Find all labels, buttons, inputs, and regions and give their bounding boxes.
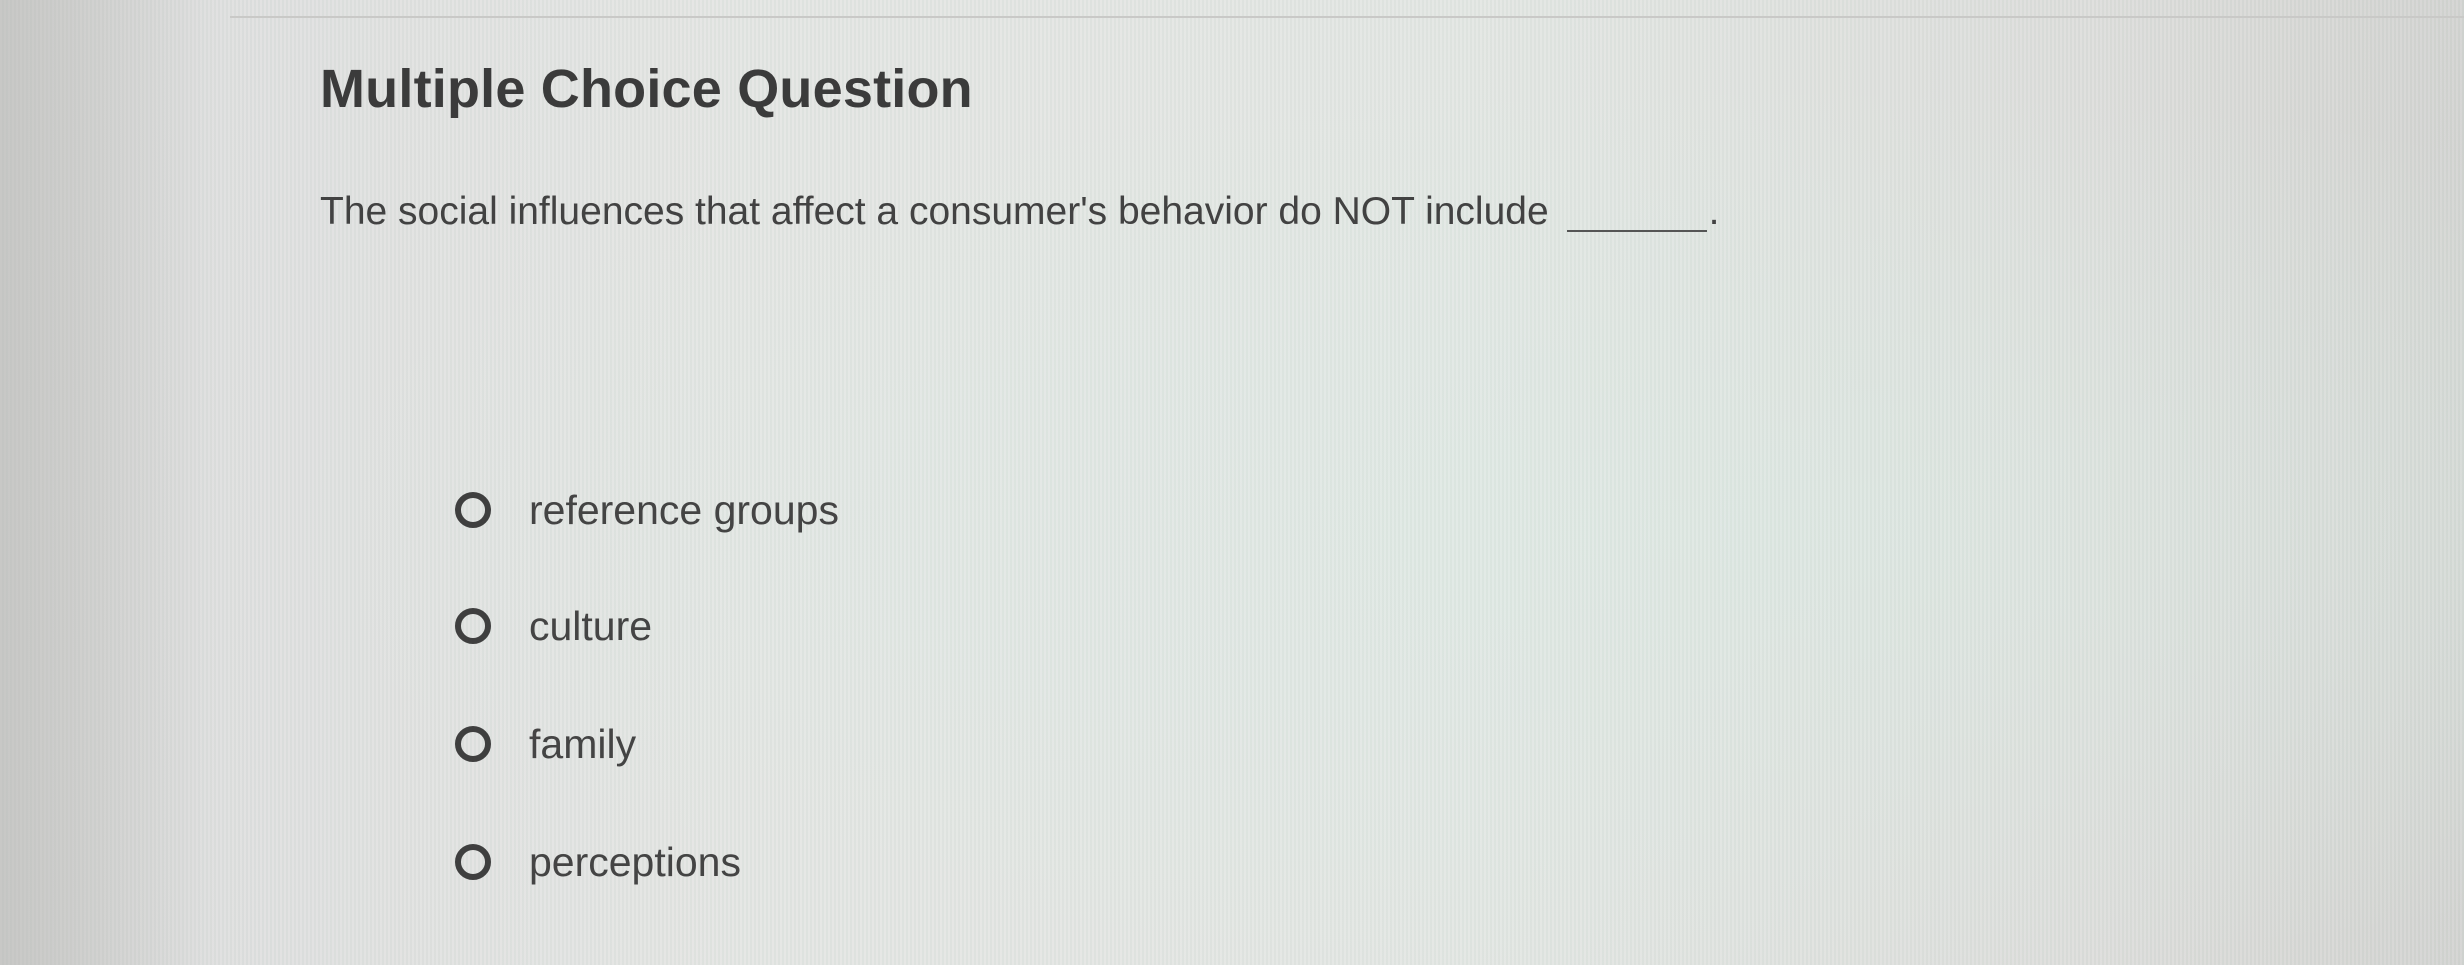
option-label: family — [529, 720, 637, 767]
option-label: reference groups — [529, 486, 839, 533]
option-reference-groups[interactable]: reference groups — [455, 480, 839, 540]
left-shade — [0, 0, 220, 965]
answer-blank — [1566, 186, 1707, 232]
radio-button-icon[interactable] — [455, 608, 491, 644]
top-divider — [230, 16, 2464, 18]
option-label: culture — [529, 602, 653, 649]
option-family[interactable]: family — [455, 714, 636, 774]
question-prompt: The social influences that affect a cons… — [320, 190, 1720, 236]
radio-button-icon[interactable] — [455, 726, 491, 762]
prompt-period: . — [1708, 190, 1720, 233]
option-perceptions[interactable]: perceptions — [455, 832, 741, 892]
option-culture[interactable]: culture — [455, 596, 652, 656]
question-prompt-text: The social influences that affect a cons… — [320, 190, 1549, 233]
radio-button-icon[interactable] — [455, 844, 491, 880]
radio-button-icon[interactable] — [455, 492, 491, 528]
screen-background: Multiple Choice Question The social infl… — [0, 0, 2464, 965]
question-card: Multiple Choice Question The social infl… — [320, 50, 2220, 930]
option-label: perceptions — [529, 838, 741, 885]
question-heading: Multiple Choice Question — [320, 59, 973, 119]
